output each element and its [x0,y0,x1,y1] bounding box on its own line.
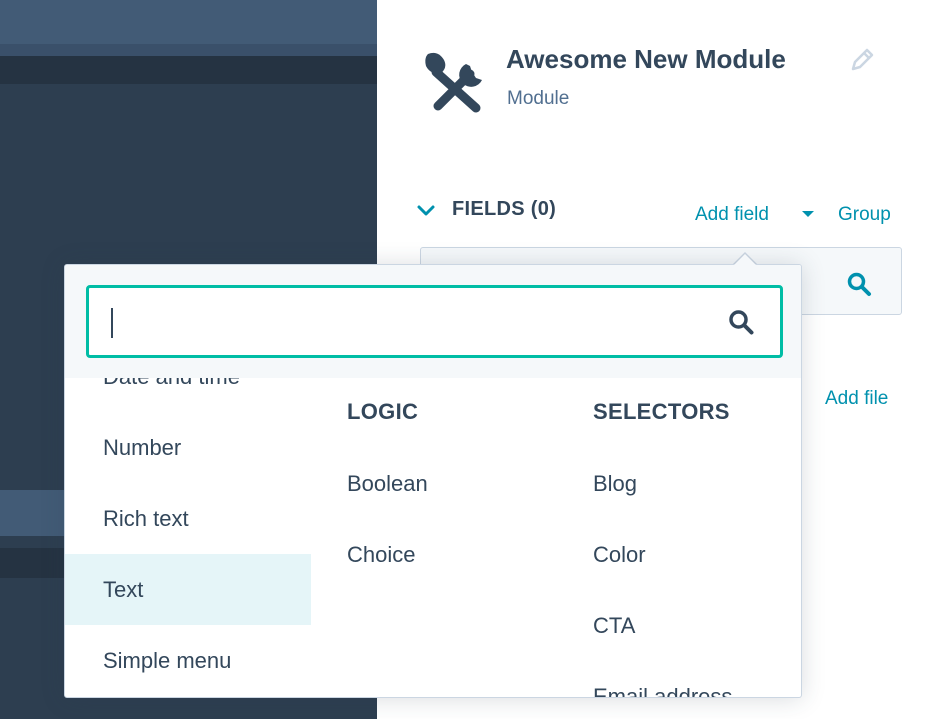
field-option-color[interactable]: Color [593,519,801,590]
pencil-icon[interactable] [848,46,876,74]
field-search-box[interactable] [86,285,783,358]
logic-field-column: LOGIC Boolean Choice [347,378,593,697]
fields-section-title[interactable]: FIELDS (0) [452,198,556,221]
field-option-date-and-time[interactable]: Date and time [65,378,311,412]
popover-arrow-fill [734,254,756,265]
field-option-number[interactable]: Number [65,412,311,483]
group-button[interactable]: Group [838,204,891,226]
tools-icon [425,52,482,113]
field-option-text[interactable]: Text [65,554,311,625]
search-icon[interactable] [727,308,755,336]
field-option-boolean[interactable]: Boolean [347,448,593,519]
field-type-options: Date and time Number Rich text Text Simp… [65,378,801,697]
field-option-choice[interactable]: Choice [347,519,593,590]
field-option-simple-menu[interactable]: Simple menu [65,625,311,696]
chevron-down-icon[interactable] [416,203,436,219]
preview-divider [0,44,377,56]
field-option-email-address[interactable]: Email address [593,661,801,697]
field-search-input[interactable] [105,298,709,346]
dropdown-search-area [65,265,801,378]
field-option-blog[interactable]: Blog [593,448,801,519]
preview-header-bar [0,0,377,44]
add-field-dropdown: Date and time Number Rich text Text Simp… [64,264,802,698]
field-option-rich-text[interactable]: Rich text [65,483,311,554]
selectors-field-column: SELECTORS Blog Color CTA Email address [593,378,801,697]
text-cursor [111,308,113,338]
module-title: Awesome New Module [506,44,786,74]
module-subtitle: Module [507,88,570,109]
search-icon[interactable] [846,271,872,297]
field-option-cta[interactable]: CTA [593,590,801,661]
selectors-column-header: SELECTORS [593,399,730,424]
preview-toolbar [0,56,377,84]
caret-down-icon[interactable] [802,211,814,217]
add-file-button[interactable]: Add file [825,388,888,410]
add-field-button[interactable]: Add field [695,204,769,226]
basic-field-column: Date and time Number Rich text Text Simp… [65,378,311,697]
logic-column-header: LOGIC [347,399,419,424]
